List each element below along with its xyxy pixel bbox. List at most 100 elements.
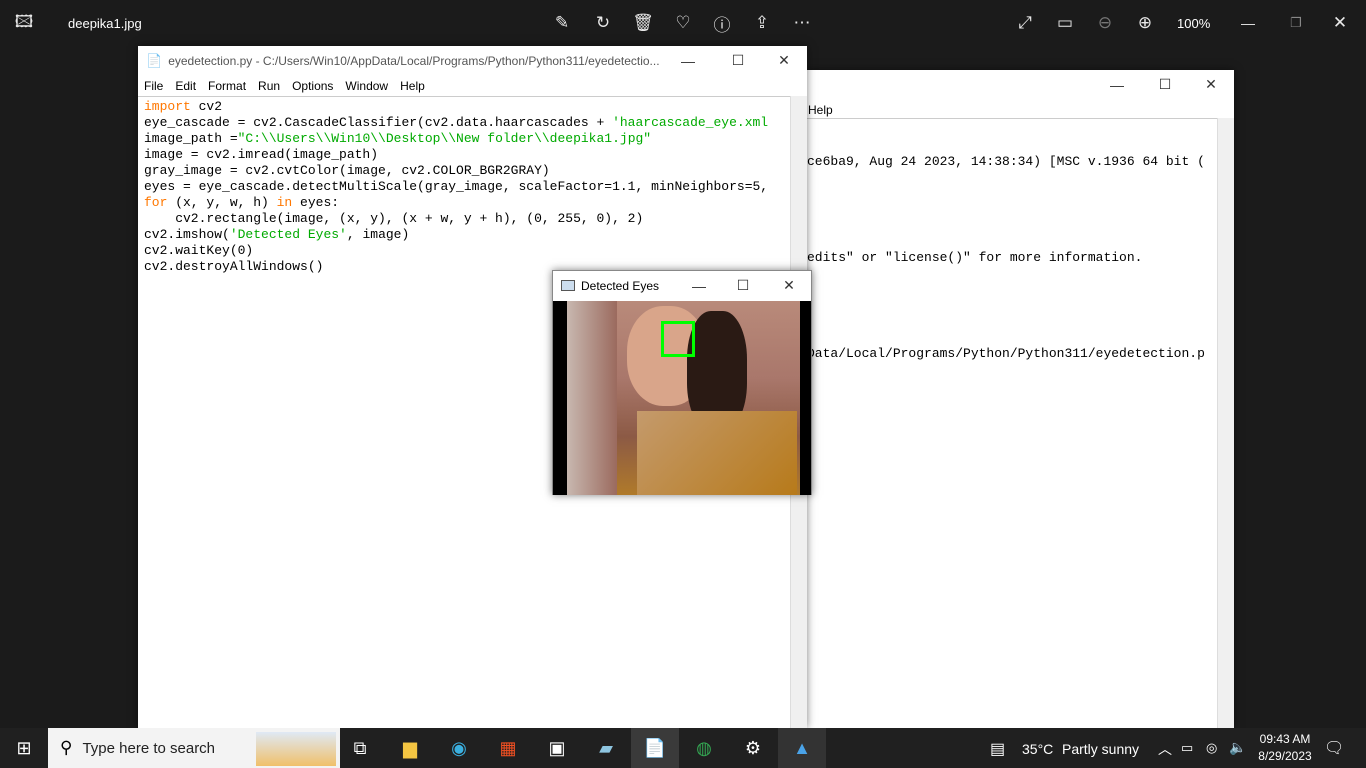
code-token: gray_image = cv2.cvtColor(image, cv2.COL… [144, 163, 550, 178]
maximize-icon[interactable]: ☐ [1142, 70, 1188, 99]
search-box[interactable]: ⚲ Type here to search [48, 728, 340, 768]
code-line: gray_image = cv2.cvtColor(image, cv2.COL… [144, 163, 790, 179]
photo-title: deepika1.jpg [68, 16, 142, 31]
close-icon[interactable]: ✕ [761, 46, 807, 75]
zoom-in-icon[interactable]: ⊕ [1132, 10, 1158, 36]
editor-title: eyedetection.py - C:/Users/Win10/AppData… [168, 53, 660, 68]
code-line: image_path ="C:\\Users\\Win10\\Desktop\\… [144, 131, 790, 147]
shell-titlebar: — ☐ ✕ [807, 70, 1234, 99]
menu-help[interactable]: Help [394, 79, 431, 93]
code-token: cv2.destroyAllWindows() [144, 259, 324, 274]
shell-menubar: Help [807, 99, 1234, 120]
close-icon[interactable]: ✕ [1188, 70, 1234, 99]
code-token: (x, y, w, h) [167, 195, 277, 210]
code-line: cv2.imshow('Detected Eyes', image) [144, 227, 790, 243]
zoom-out-icon[interactable]: ⊖ [1092, 10, 1118, 36]
share-icon[interactable]: ⇪ [749, 10, 775, 36]
settings-icon[interactable]: ⚙ [729, 728, 777, 768]
shell-line: Data/Local/Programs/Python/Python311/eye… [807, 346, 1205, 361]
code-line: image = cv2.imread(image_path) [144, 147, 790, 163]
editor-menubar: File Edit Format Run Options Window Help [138, 75, 807, 96]
task-view-icon[interactable]: ⧉ [336, 728, 384, 768]
more-icon[interactable]: ⋯ [789, 10, 815, 36]
zoom-level: 100% [1177, 16, 1211, 31]
photos-icon[interactable]: ▲ [778, 728, 826, 768]
menu-format[interactable]: Format [202, 79, 252, 93]
clock-time: 09:43 AM [1259, 732, 1311, 746]
python-shell-window: — ☐ ✕ Help ce6ba9, Aug 24 2023, 14:38:34… [807, 70, 1234, 728]
volume-icon[interactable]: 🔈 [1229, 739, 1246, 756]
fit-icon[interactable]: ▭ [1052, 10, 1078, 36]
code-token: eyes: [300, 195, 340, 210]
shell-scrollbar[interactable] [1217, 118, 1234, 728]
news-icon[interactable]: ▤ [990, 739, 1005, 759]
menu-edit[interactable]: Edit [169, 79, 202, 93]
code-line: cv2.rectangle(image, (x, y), (x + w, y +… [144, 211, 790, 227]
menu-window[interactable]: Window [339, 79, 394, 93]
code-token: cv2.imshow( [144, 227, 230, 242]
notepad-app-icon[interactable]: ▰ [582, 728, 630, 768]
shell-line: edits" or "license()" for more informati… [807, 250, 1143, 265]
rotate-icon[interactable]: ↻ [590, 10, 616, 36]
menu-options[interactable]: Options [286, 79, 339, 93]
restore-icon[interactable]: ❐ [1283, 10, 1309, 36]
code-token: in [276, 195, 293, 210]
favorite-icon[interactable]: ♡ [670, 10, 696, 36]
fullscreen-icon[interactable]: ⤢ [1012, 10, 1038, 36]
weather-temp[interactable]: 35°C [1022, 741, 1053, 757]
code-token: 'haarcascade_eye.xml [612, 115, 769, 130]
code-token: image = cv2.imread(image_path) [144, 147, 379, 162]
close-icon[interactable]: ✕ [1327, 10, 1353, 36]
minimize-icon[interactable]: — [1094, 70, 1140, 99]
portrait-photo [567, 301, 800, 495]
idle-icon[interactable]: 📄 [631, 728, 679, 768]
code-token: "C:\\Users\\Win10\\Desktop\\New folder\\… [237, 131, 652, 146]
file-explorer-icon[interactable]: ▆ [386, 728, 434, 768]
editor-titlebar: 📄 eyedetection.py - C:/Users/Win10/AppDa… [138, 46, 807, 75]
code-token: eyes = eye_cascade.detectMultiScale(gray… [144, 179, 769, 194]
code-line: eyes = eye_cascade.detectMultiScale(gray… [144, 179, 790, 195]
search-icon: ⚲ [60, 738, 73, 757]
start-windows-icon[interactable]: ⊞ [0, 728, 48, 768]
delete-icon[interactable]: 🗑 [630, 10, 656, 36]
photos-topbar: 🖾 deepika1.jpg ✎ ↻ 🗑 ♡ ⓘ ⇪ ⋯ ⤢ ▭ ⊖ ⊕ 100… [0, 0, 1366, 46]
battery-icon[interactable]: ▭ [1181, 740, 1193, 756]
edit-icon[interactable]: ✎ [549, 10, 575, 36]
code-token: cv2 [198, 99, 223, 114]
shell-output[interactable]: ce6ba9, Aug 24 2023, 14:38:34) [MSC v.19… [807, 118, 1217, 728]
code-token: import [144, 99, 191, 114]
chrome-icon[interactable]: ◍ [680, 728, 728, 768]
code-token: for [144, 195, 168, 210]
notification-icon[interactable]: 🗨 [1324, 738, 1344, 758]
photos-app-icon: 🖾 [14, 11, 34, 31]
code-token: eye_cascade = cv2.CascadeClassifier(cv2.… [144, 115, 613, 130]
maximize-icon[interactable]: ☐ [715, 46, 761, 75]
weather-text[interactable]: Partly sunny [1062, 741, 1139, 757]
minimize-icon[interactable]: — [676, 271, 722, 300]
clock[interactable]: 09:43 AM 8/29/2023 [1255, 732, 1315, 763]
info-icon[interactable]: ⓘ [709, 10, 735, 36]
chevron-up-icon[interactable]: ︿ [1158, 739, 1172, 759]
code-token: , image) [346, 227, 410, 242]
maximize-icon[interactable]: ☐ [720, 271, 766, 300]
code-line: import cv2 [144, 99, 790, 115]
close-icon[interactable]: ✕ [766, 271, 812, 300]
minimize-icon[interactable]: — [665, 46, 711, 75]
code-token: image_path = [144, 131, 238, 146]
cv-window-title: Detected Eyes [581, 278, 660, 293]
menu-help[interactable]: Help [807, 103, 839, 117]
cv-titlebar: Detected Eyes — ☐ ✕ [553, 271, 811, 300]
minimize-icon[interactable]: — [1235, 10, 1261, 36]
code-token: cv2.rectangle(image, (x, y), (x + w, y +… [144, 211, 644, 226]
menu-run[interactable]: Run [252, 79, 286, 93]
terminal-icon[interactable]: ▣ [533, 728, 581, 768]
edge-icon[interactable]: ◉ [435, 728, 483, 768]
code-token: 'Detected Eyes' [229, 227, 347, 242]
menu-file[interactable]: File [138, 79, 169, 93]
code-line: eye_cascade = cv2.CascadeClassifier(cv2.… [144, 115, 790, 131]
camera-icon[interactable]: ◎ [1206, 740, 1217, 756]
clock-date: 8/29/2023 [1258, 749, 1312, 763]
store-icon[interactable]: ▦ [484, 728, 532, 768]
